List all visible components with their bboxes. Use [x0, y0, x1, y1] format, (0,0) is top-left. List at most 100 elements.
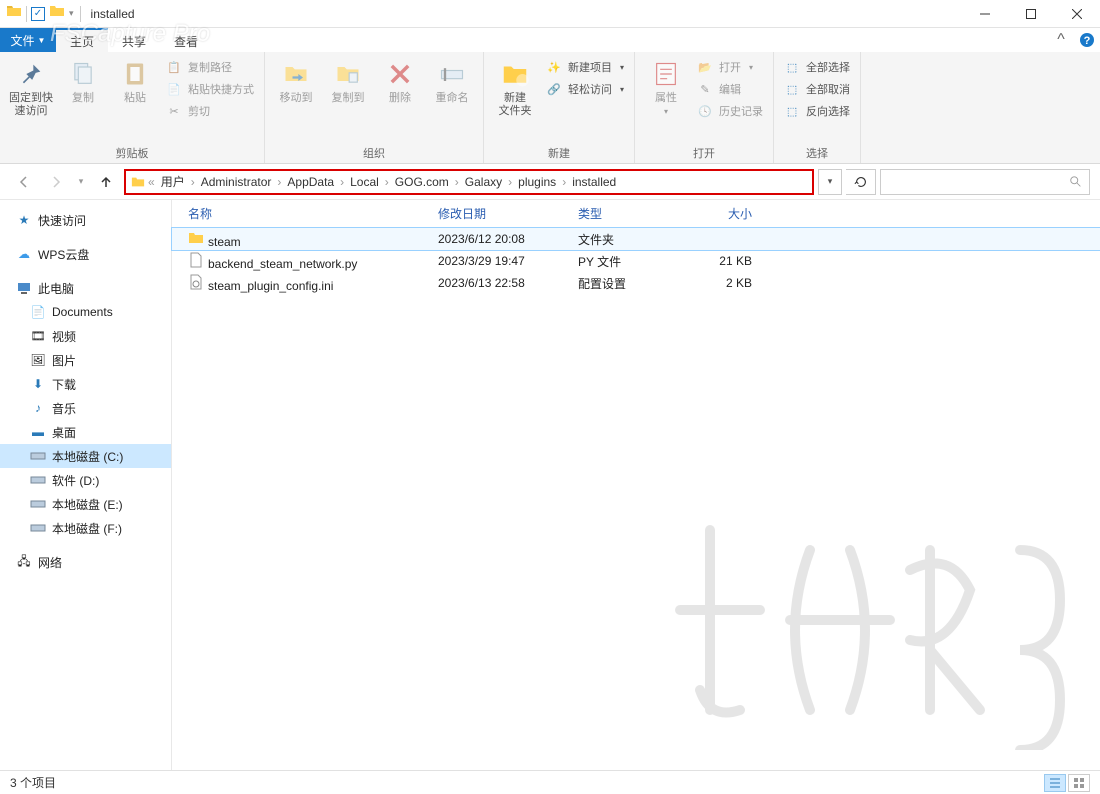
desktop-icon: ▬ — [30, 424, 46, 440]
copyto-icon — [332, 58, 364, 90]
delete-button[interactable]: 删除 — [375, 54, 425, 109]
explorer-body: ★快速访问 ☁WPS云盘 此电脑 📄Documents 🎞视频 🖼图片 ⬇下载 … — [0, 200, 1100, 770]
col-size[interactable]: 大小 — [690, 205, 760, 222]
sidebar-network[interactable]: 🖧网络 — [0, 550, 171, 574]
copy-button[interactable]: 复制 — [58, 54, 108, 109]
properties-icon — [650, 58, 682, 90]
history-button[interactable]: 🕓历史记录 — [693, 100, 767, 122]
close-button[interactable] — [1054, 0, 1100, 28]
scissors-icon: ✂ — [166, 103, 182, 119]
new-folder-button[interactable]: 新建文件夹 — [490, 54, 540, 122]
tab-home[interactable]: 主页 — [56, 28, 108, 52]
history-icon: 🕓 — [697, 103, 713, 119]
tab-file[interactable]: 文件▼ — [0, 28, 56, 52]
ribbon-group-organize: 移动到 复制到 删除 重命名 组织 — [265, 52, 484, 163]
folder-icon — [130, 174, 146, 190]
col-type[interactable]: 类型 — [570, 205, 690, 222]
up-button[interactable] — [92, 168, 120, 196]
select-all-button[interactable]: ⬚全部选择 — [780, 56, 854, 78]
open-icon: 📂 — [697, 59, 713, 75]
file-row[interactable]: steam_plugin_config.ini 2023/6/13 22:58 … — [172, 272, 1100, 294]
copy-path-button[interactable]: 📋复制路径 — [162, 56, 258, 78]
tab-view[interactable]: 查看 — [160, 28, 212, 52]
recent-dropdown[interactable]: ▾ — [74, 168, 88, 196]
minimize-button[interactable] — [962, 0, 1008, 28]
music-icon: ♪ — [30, 400, 46, 416]
sidebar-quick-access[interactable]: ★快速访问 — [0, 208, 171, 232]
paste-button[interactable]: 粘贴 — [110, 54, 160, 109]
new-item-button[interactable]: ✨新建项目▾ — [542, 56, 628, 78]
file-list: 名称 修改日期 类型 大小 steam 2023/6/12 20:08 文件夹 … — [172, 200, 1100, 770]
file-icon — [188, 252, 204, 268]
download-icon: ⬇ — [30, 376, 46, 392]
forward-button[interactable] — [42, 168, 70, 196]
ribbon-tabs: 文件▼ 主页 共享 查看 ^ ? — [0, 28, 1100, 52]
easy-access-button[interactable]: 🔗轻松访问▾ — [542, 78, 628, 100]
tab-share[interactable]: 共享 — [108, 28, 160, 52]
breadcrumb[interactable]: « 用户› Administrator› AppData› Local› GOG… — [124, 169, 814, 195]
invert-icon: ⬚ — [784, 103, 800, 119]
select-none-button[interactable]: ⬚全部取消 — [780, 78, 854, 100]
ini-icon — [188, 274, 204, 290]
help-icon[interactable]: ? — [1074, 28, 1100, 52]
window-title: installed — [87, 7, 135, 21]
picture-icon: 🖼 — [30, 352, 46, 368]
file-row[interactable]: backend_steam_network.py 2023/3/29 19:47… — [172, 250, 1100, 272]
pin-quickaccess-button[interactable]: 固定到快速访问 — [6, 54, 56, 122]
sidebar-pictures[interactable]: 🖼图片 — [0, 348, 171, 372]
sidebar-documents[interactable]: 📄Documents — [0, 300, 171, 324]
qat-divider — [80, 6, 81, 22]
edit-button[interactable]: ✎编辑 — [693, 78, 767, 100]
moveto-icon — [280, 58, 312, 90]
easyaccess-icon: 🔗 — [546, 81, 562, 97]
svg-text:?: ? — [1084, 35, 1091, 47]
column-headers[interactable]: 名称 修改日期 类型 大小 — [172, 200, 1100, 228]
sidebar-this-pc[interactable]: 此电脑 — [0, 276, 171, 300]
folder-icon — [188, 230, 204, 246]
sidebar-downloads[interactable]: ⬇下载 — [0, 372, 171, 396]
search-icon — [1069, 175, 1083, 189]
invert-selection-button[interactable]: ⬚反向选择 — [780, 100, 854, 122]
copy-to-button[interactable]: 复制到 — [323, 54, 373, 109]
view-icons-button[interactable] — [1068, 774, 1090, 792]
sidebar-music[interactable]: ♪音乐 — [0, 396, 171, 420]
sidebar-desktop[interactable]: ▬桌面 — [0, 420, 171, 444]
sidebar-drive-d[interactable]: 软件 (D:) — [0, 468, 171, 492]
ribbon-group-open: 属性▾ 📂打开▾ ✎编辑 🕓历史记录 打开 — [635, 52, 774, 163]
view-details-button[interactable] — [1044, 774, 1066, 792]
maximize-button[interactable] — [1008, 0, 1054, 28]
pc-icon — [16, 280, 32, 296]
watermark-logo — [650, 490, 1070, 750]
open-button[interactable]: 📂打开▾ — [693, 56, 767, 78]
back-button[interactable] — [10, 168, 38, 196]
properties-button[interactable]: 属性▾ — [641, 54, 691, 120]
sidebar-drive-e[interactable]: 本地磁盘 (E:) — [0, 492, 171, 516]
item-count: 3 个项目 — [10, 774, 56, 791]
selectnone-icon: ⬚ — [784, 81, 800, 97]
rename-button[interactable]: 重命名 — [427, 54, 477, 109]
newitem-icon: ✨ — [546, 59, 562, 75]
folder-icon — [49, 3, 65, 24]
sidebar-drive-c[interactable]: 本地磁盘 (C:) — [0, 444, 171, 468]
sidebar-drive-f[interactable]: 本地磁盘 (F:) — [0, 516, 171, 540]
file-row[interactable]: steam 2023/6/12 20:08 文件夹 — [172, 228, 1100, 250]
newfolder-icon — [499, 58, 531, 90]
star-icon: ★ — [16, 212, 32, 228]
group-label: 剪贴板 — [6, 145, 258, 163]
move-to-button[interactable]: 移动到 — [271, 54, 321, 109]
cut-button[interactable]: ✂剪切 — [162, 100, 258, 122]
ribbon-collapse-icon[interactable]: ^ — [1048, 28, 1074, 52]
breadcrumb-dropdown[interactable]: ▾ — [818, 169, 842, 195]
ribbon-group-clipboard: 固定到快速访问 复制 粘贴 📋复制路径 📄粘贴快捷方式 ✂剪切 剪贴板 — [0, 52, 265, 163]
qat-checkbox[interactable]: ✓ — [31, 7, 45, 21]
sidebar-wps[interactable]: ☁WPS云盘 — [0, 242, 171, 266]
refresh-button[interactable] — [846, 169, 876, 195]
sidebar-videos[interactable]: 🎞视频 — [0, 324, 171, 348]
col-name[interactable]: 名称 — [180, 205, 430, 222]
drive-icon — [30, 472, 46, 488]
search-input[interactable] — [880, 169, 1090, 195]
col-date[interactable]: 修改日期 — [430, 205, 570, 222]
paste-shortcut-button[interactable]: 📄粘贴快捷方式 — [162, 78, 258, 100]
drive-icon — [30, 496, 46, 512]
qat-dropdown-icon[interactable]: ▾ — [69, 8, 74, 19]
